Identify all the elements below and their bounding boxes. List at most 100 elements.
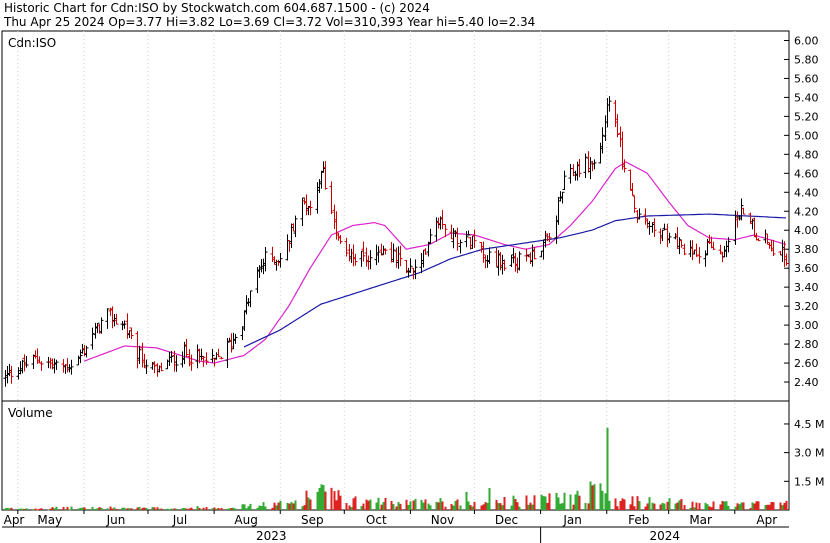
volume-bar bbox=[578, 495, 581, 510]
volume-bar bbox=[397, 502, 400, 510]
volume-bar bbox=[648, 497, 651, 510]
month-label: Apr bbox=[4, 513, 25, 527]
volume-bar bbox=[495, 499, 498, 510]
volume-bar bbox=[712, 501, 715, 510]
volume-bar bbox=[631, 496, 634, 510]
price-tick-label: 5.80 bbox=[794, 53, 819, 66]
month-label: Aug bbox=[234, 513, 257, 527]
volume-bar bbox=[305, 490, 308, 510]
price-tick-label: 4.80 bbox=[794, 148, 819, 161]
volume-bar bbox=[173, 508, 176, 510]
volume-bar bbox=[345, 503, 348, 510]
volume-bar bbox=[616, 506, 619, 510]
volume-bar bbox=[659, 504, 662, 510]
volume-bar bbox=[559, 503, 562, 510]
volume-bar bbox=[695, 502, 698, 510]
price-tick-label: 4.60 bbox=[794, 167, 819, 180]
volume-bar bbox=[781, 505, 784, 510]
volume-bar bbox=[350, 507, 353, 510]
volume-bar bbox=[546, 502, 549, 510]
volume-bar bbox=[623, 499, 626, 510]
month-label: Jan bbox=[562, 513, 582, 527]
volume-bar bbox=[181, 508, 184, 510]
volume-bar bbox=[768, 504, 771, 510]
volume-bar bbox=[175, 508, 178, 510]
volume-bar bbox=[738, 504, 741, 510]
month-label: Apr bbox=[756, 513, 777, 527]
volume-bar bbox=[382, 502, 385, 510]
volume-bar bbox=[36, 509, 39, 511]
volume-bar bbox=[501, 505, 504, 510]
volume-bar bbox=[651, 502, 654, 510]
volume-bar bbox=[452, 505, 455, 510]
volume-bar bbox=[392, 504, 395, 510]
volume-bar bbox=[143, 507, 146, 510]
volume-bar bbox=[94, 508, 97, 510]
volume-bar bbox=[755, 501, 758, 510]
volume-bar bbox=[153, 507, 156, 510]
volume-bar bbox=[693, 507, 696, 510]
volume-bar bbox=[619, 500, 622, 510]
symbol-label: Cdn:ISO bbox=[8, 36, 56, 50]
volume-bar bbox=[196, 506, 199, 510]
volume-bar bbox=[53, 508, 56, 510]
volume-bar bbox=[290, 502, 293, 510]
price-tick-label: 3.60 bbox=[794, 262, 819, 275]
month-label: Jul bbox=[172, 513, 187, 527]
volume-bar bbox=[661, 502, 664, 510]
volume-bar bbox=[599, 483, 602, 510]
volume-bar bbox=[288, 503, 291, 510]
price-tick-label: 3.80 bbox=[794, 243, 819, 256]
volume-bar bbox=[205, 506, 208, 510]
volume-bar bbox=[467, 501, 470, 510]
volume-bar bbox=[563, 492, 566, 510]
volume-bar bbox=[91, 506, 94, 510]
price-tick-label: 3.20 bbox=[794, 300, 819, 313]
month-label: Nov bbox=[431, 513, 454, 527]
volume-bar bbox=[249, 503, 252, 510]
volume-bar bbox=[646, 503, 649, 510]
volume-bar bbox=[480, 505, 483, 510]
volume-bar bbox=[525, 495, 528, 510]
volume-bar bbox=[151, 507, 154, 510]
volume-bar bbox=[100, 507, 103, 510]
volume-bar bbox=[420, 499, 423, 510]
volume-bar bbox=[510, 505, 513, 510]
volume-bar bbox=[589, 481, 592, 510]
volume-bar bbox=[34, 508, 37, 510]
volume-bar bbox=[264, 506, 267, 510]
volume-bar bbox=[10, 507, 13, 510]
month-label: Oct bbox=[366, 513, 387, 527]
volume-bar bbox=[678, 500, 681, 510]
volume-bar bbox=[663, 503, 666, 510]
volume-bar bbox=[668, 498, 671, 510]
volume-bar bbox=[339, 495, 342, 510]
volume-bar bbox=[576, 490, 579, 510]
volume-bar bbox=[465, 491, 468, 510]
price-tick-label: 4.40 bbox=[794, 186, 819, 199]
volume-bar bbox=[32, 509, 35, 511]
volume-bar bbox=[256, 507, 259, 510]
price-tick-label: 5.60 bbox=[794, 72, 819, 85]
volume-bar bbox=[81, 507, 84, 510]
volume-bar bbox=[734, 506, 737, 510]
volume-bar bbox=[444, 506, 447, 510]
volume-bar bbox=[330, 487, 333, 510]
volume-bar bbox=[584, 502, 587, 510]
volume-bar bbox=[484, 502, 487, 510]
price-tick-label: 5.40 bbox=[794, 91, 819, 104]
volume-bar bbox=[138, 506, 141, 510]
volume-bar bbox=[333, 491, 336, 510]
year-label: 2023 bbox=[256, 529, 287, 543]
volume-bar bbox=[424, 499, 427, 510]
volume-bar bbox=[115, 508, 118, 510]
volume-bar bbox=[764, 504, 767, 510]
volume-bar bbox=[783, 502, 786, 510]
volume-bar bbox=[742, 502, 745, 510]
volume-bar bbox=[85, 508, 88, 510]
volume-label: Volume bbox=[8, 406, 53, 420]
volume-bar bbox=[644, 506, 647, 510]
volume-bar bbox=[770, 501, 773, 510]
volume-bar bbox=[25, 508, 28, 510]
volume-bar bbox=[23, 508, 26, 510]
